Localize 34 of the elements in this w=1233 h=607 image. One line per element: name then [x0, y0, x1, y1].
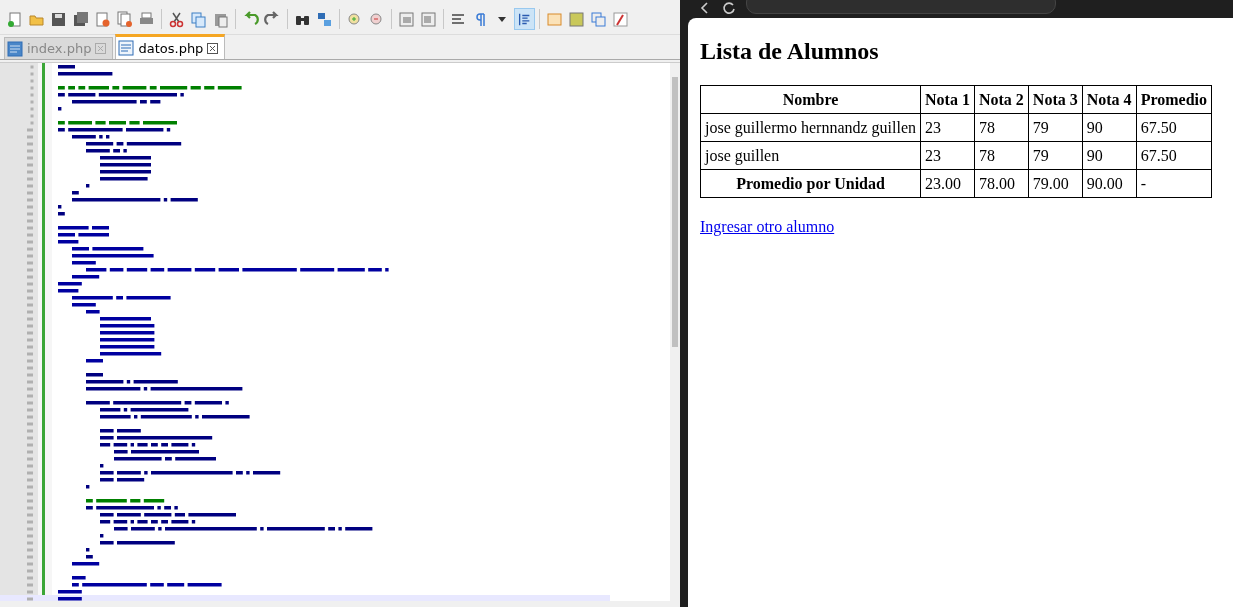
table-cell: -	[1136, 169, 1212, 198]
table-cell: 79	[1028, 113, 1083, 142]
table-cell: 67.50	[1136, 141, 1212, 170]
file-tab[interactable]: datos.php	[115, 34, 226, 59]
indent-guide-icon[interactable]	[514, 8, 535, 30]
row-header: Promedio por Unidad	[700, 169, 921, 198]
file-icon	[118, 40, 135, 56]
file-icon	[7, 40, 23, 57]
close-all-icon[interactable]	[114, 8, 135, 30]
column-header: Nota 3	[1028, 85, 1083, 114]
table-cell: 78	[974, 141, 1029, 170]
table-cell: 90	[1082, 113, 1137, 142]
table-cell: jose guillen	[700, 141, 921, 170]
close-icon[interactable]	[207, 42, 219, 54]
table-cell: 23	[920, 113, 975, 142]
column-header: Nombre	[700, 85, 921, 114]
column-header: Nota 4	[1082, 85, 1137, 114]
table-cell: 78	[974, 113, 1029, 142]
column-header: Nota 2	[974, 85, 1029, 114]
reload-icon[interactable]	[722, 1, 736, 15]
table-cell: 90.00	[1082, 169, 1137, 198]
table-cell: jose guillermo hernnandz guillen	[700, 113, 921, 142]
table-cell: 67.50	[1136, 113, 1212, 142]
column-header: Nota 1	[920, 85, 975, 114]
scrollbar-thumb[interactable]	[672, 77, 678, 347]
page-heading: Lista de Alumnos	[700, 38, 879, 65]
table-cell: 78.00	[974, 169, 1029, 198]
table-cell: 90	[1082, 141, 1137, 170]
table-cell: 79	[1028, 141, 1083, 170]
table-cell: 23	[920, 141, 975, 170]
table-cell: 23.00	[920, 169, 975, 198]
column-header: Promedio	[1136, 85, 1212, 114]
add-student-link[interactable]: Ingresar otro alumno	[700, 218, 835, 236]
table-cell: 79.00	[1028, 169, 1083, 198]
